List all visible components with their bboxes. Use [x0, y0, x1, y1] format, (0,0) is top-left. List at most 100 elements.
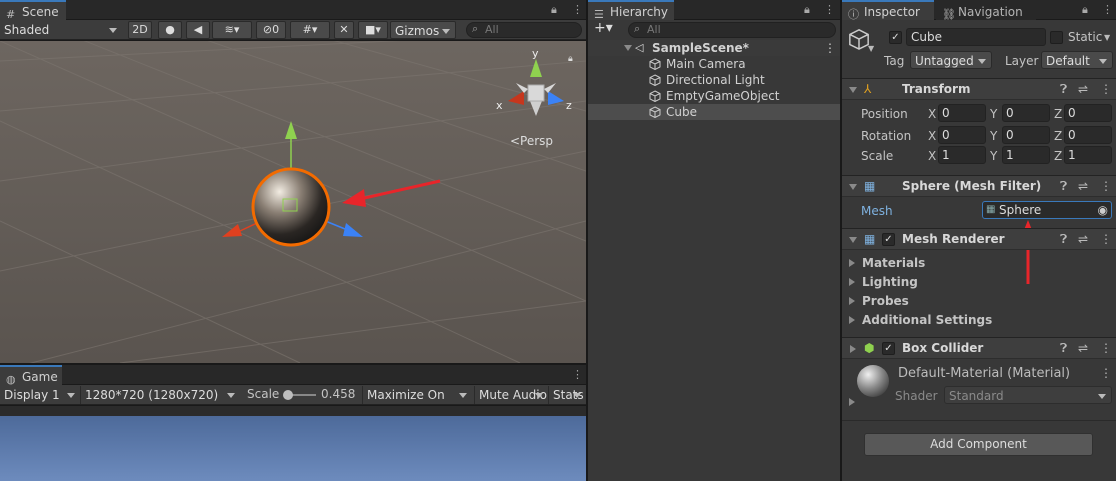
- hierarchy-item[interactable]: Main Camera: [588, 56, 840, 72]
- position-x-field[interactable]: 0: [938, 104, 986, 122]
- display-dropdown[interactable]: Display 1: [0, 386, 80, 404]
- shader-dropdown[interactable]: Standard: [944, 386, 1112, 404]
- inspector-lock-icon[interactable]: 🔒︎: [1082, 3, 1088, 17]
- mesh-value: Sphere: [999, 203, 1042, 217]
- hierarchy-lock-icon[interactable]: 🔒︎: [804, 3, 810, 17]
- help-icon[interactable]: ❓︎: [1060, 341, 1067, 356]
- tab-navigation[interactable]: ⛓ Navigation: [936, 0, 1036, 21]
- tab-scene[interactable]: # Scene: [0, 0, 66, 21]
- gizmo-lock-icon[interactable]: 🔒︎: [568, 54, 573, 64]
- position-y-field[interactable]: 0: [1002, 104, 1050, 122]
- game-menu-icon[interactable]: ⋮: [572, 368, 583, 381]
- transform-expand-icon[interactable]: [849, 87, 857, 93]
- materials-expand-icon[interactable]: [849, 259, 855, 267]
- rotation-x-field[interactable]: 0: [938, 126, 986, 144]
- material-expand-icon[interactable]: [849, 398, 855, 406]
- mesh-renderer-header[interactable]: ▦ ✓ Mesh Renderer ❓︎ ⇌ ⋮: [842, 228, 1116, 250]
- static-checkbox[interactable]: [1050, 31, 1063, 44]
- effects-toggle[interactable]: ≋▾: [212, 21, 252, 39]
- position-z-field[interactable]: 0: [1064, 104, 1112, 122]
- component-menu-icon[interactable]: ⋮: [1100, 179, 1112, 193]
- materials-section[interactable]: Materials: [862, 256, 925, 270]
- tab-game[interactable]: ◍ Game: [0, 365, 62, 386]
- scale-slider[interactable]: [282, 390, 316, 400]
- visibility-toggle[interactable]: ⊘0: [256, 21, 286, 39]
- tab-inspector[interactable]: ⓘ Inspector: [842, 0, 934, 21]
- mesh-object-field[interactable]: ▦ Sphere ◉: [982, 201, 1112, 219]
- probes-expand-icon[interactable]: [849, 297, 855, 305]
- hierarchy-menu-icon[interactable]: ⋮: [824, 3, 835, 16]
- material-menu-icon[interactable]: ⋮: [1100, 366, 1112, 380]
- hierarchy-add-button[interactable]: +▾: [594, 20, 613, 36]
- probes-section[interactable]: Probes: [862, 294, 909, 308]
- mesh-renderer-expand-icon[interactable]: [849, 237, 857, 243]
- scene-viewport[interactable]: y x z 🔒︎ <Persp: [0, 41, 586, 363]
- grid-toggle[interactable]: #▾: [290, 21, 330, 39]
- scale-z-field[interactable]: 1: [1064, 146, 1112, 164]
- 2d-toggle[interactable]: 2D: [128, 21, 152, 39]
- help-icon[interactable]: ❓︎: [1060, 82, 1067, 97]
- static-dropdown-icon[interactable]: ▼: [1104, 33, 1110, 42]
- scene-root-item[interactable]: ◁ SampleScene* ⋮: [588, 40, 840, 56]
- lighting-expand-icon[interactable]: [849, 278, 855, 286]
- mesh-filter-expand-icon[interactable]: [849, 184, 857, 190]
- scene-search-input[interactable]: All: [466, 22, 582, 38]
- maximize-on-play-button[interactable]: Maximize On Play: [362, 386, 472, 420]
- component-menu-icon[interactable]: ⋮: [1100, 341, 1112, 355]
- icon-dropdown-icon[interactable]: ▼: [868, 44, 874, 53]
- inspector-menu-icon[interactable]: ⋮: [1102, 3, 1113, 16]
- scene-menu-icon[interactable]: ⋮: [824, 40, 836, 56]
- hierarchy-item-selected[interactable]: Cube: [588, 104, 840, 120]
- camera-dropdown[interactable]: ■▾: [358, 21, 388, 39]
- help-icon[interactable]: ❓︎: [1060, 232, 1067, 247]
- preset-icon[interactable]: ⇌: [1078, 341, 1088, 355]
- hierarchy-item[interactable]: EmptyGameObject: [588, 88, 840, 104]
- stats-button[interactable]: Stats: [548, 386, 586, 404]
- help-icon[interactable]: ❓︎: [1060, 179, 1067, 194]
- box-collider-header[interactable]: ⬢ ✓ Box Collider ❓︎ ⇌ ⋮: [842, 337, 1116, 359]
- mesh-renderer-enabled-checkbox[interactable]: ✓: [882, 233, 895, 246]
- box-collider-enabled-checkbox[interactable]: ✓: [882, 342, 895, 355]
- audio-toggle[interactable]: ◀: [186, 21, 210, 39]
- lighting-section[interactable]: Lighting: [862, 275, 918, 289]
- menu-icon[interactable]: ⋮: [572, 3, 583, 16]
- layer-dropdown[interactable]: Default: [1041, 51, 1113, 69]
- selected-sphere[interactable]: [251, 167, 331, 247]
- lock-icon[interactable]: 🔒︎: [551, 3, 557, 17]
- persp-label[interactable]: <Persp: [510, 134, 553, 148]
- mesh-filter-header[interactable]: ▦ Sphere (Mesh Filter) ❓︎ ⇌ ⋮: [842, 175, 1116, 197]
- hierarchy-item[interactable]: Directional Light: [588, 72, 840, 88]
- tab-scene-label: Scene: [22, 5, 59, 19]
- scale-y-field[interactable]: 1: [1002, 146, 1050, 164]
- mute-audio-button[interactable]: Mute Audio: [474, 386, 548, 404]
- component-menu-icon[interactable]: ⋮: [1100, 232, 1112, 246]
- preset-icon[interactable]: ⇌: [1078, 179, 1088, 193]
- tools-toggle[interactable]: ✕: [334, 21, 354, 39]
- preset-icon[interactable]: ⇌: [1078, 232, 1088, 246]
- scale-x-field[interactable]: 1: [938, 146, 986, 164]
- tab-inspector-label: Inspector: [864, 5, 920, 19]
- active-checkbox[interactable]: ✓: [889, 31, 902, 44]
- component-menu-icon[interactable]: ⋮: [1100, 82, 1112, 96]
- additional-settings-section[interactable]: Additional Settings: [862, 313, 992, 327]
- add-component-button[interactable]: Add Component: [864, 433, 1093, 456]
- lighting-toggle[interactable]: ●: [158, 21, 182, 39]
- object-name-field[interactable]: Cube: [906, 28, 1046, 46]
- scale-slider-thumb[interactable]: [282, 390, 293, 400]
- gizmos-dropdown[interactable]: Gizmos: [390, 21, 456, 39]
- box-collider-expand-icon[interactable]: [850, 345, 856, 353]
- tab-hierarchy[interactable]: ☰ Hierarchy: [588, 0, 674, 21]
- additional-settings-expand-icon[interactable]: [849, 316, 855, 324]
- preset-icon[interactable]: ⇌: [1078, 82, 1088, 96]
- rotation-y-field[interactable]: 0: [1002, 126, 1050, 144]
- tag-dropdown[interactable]: Untagged: [910, 51, 992, 69]
- transform-header[interactable]: ⅄ Transform ❓︎ ⇌ ⋮: [842, 78, 1116, 100]
- tab-navigation-label: Navigation: [958, 5, 1023, 19]
- shading-mode-dropdown[interactable]: Shaded: [0, 21, 122, 39]
- scene-expand-icon[interactable]: [624, 45, 632, 51]
- rotation-z-field[interactable]: 0: [1064, 126, 1112, 144]
- game-viewport[interactable]: [0, 406, 586, 481]
- hierarchy-search-input[interactable]: All: [628, 22, 836, 38]
- resolution-dropdown[interactable]: 1280*720 (1280x720): [80, 386, 240, 404]
- object-picker-icon[interactable]: ◉: [1098, 202, 1108, 218]
